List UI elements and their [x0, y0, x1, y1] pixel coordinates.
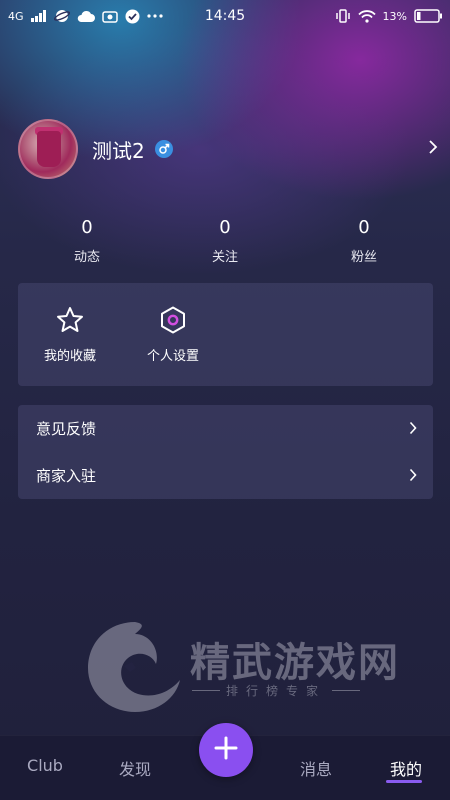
- status-right: 13%: [335, 9, 442, 23]
- stat-following[interactable]: 0 关注: [165, 216, 285, 265]
- tab-club[interactable]: Club: [5, 756, 85, 775]
- stat-value: 0: [358, 217, 370, 238]
- stat-posts[interactable]: 0 动态: [27, 216, 147, 265]
- chevron-right-icon: [409, 421, 417, 439]
- menu-item-label: 商家入驻: [36, 467, 97, 485]
- camera-icon: [101, 9, 118, 23]
- personal-settings-label: 个人设置: [146, 349, 199, 364]
- stat-label: 动态: [73, 250, 100, 265]
- profile-header[interactable]: 测试2: [18, 118, 438, 180]
- planet-icon: [53, 8, 70, 24]
- divider: [332, 690, 361, 691]
- personal-settings-button[interactable]: 个人设置: [128, 305, 218, 364]
- stat-label: 关注: [211, 250, 238, 265]
- avatar[interactable]: [18, 119, 78, 179]
- battery-percent: 13%: [382, 9, 407, 23]
- status-left: 4G: [8, 8, 163, 24]
- stats-row: 0 动态 0 关注 0 粉丝: [0, 216, 450, 268]
- watermark-logo-icon: [80, 610, 190, 724]
- more-dots-icon: [146, 14, 163, 18]
- wifi-icon: [357, 9, 376, 23]
- tab-messages[interactable]: 消息: [276, 756, 356, 780]
- chevron-right-icon[interactable]: [428, 139, 438, 159]
- menu-card: 意见反馈 商家入驻: [18, 405, 433, 499]
- watermark-subtitle: 排行榜专家: [226, 684, 327, 698]
- menu-item-label: 意见反馈: [36, 420, 97, 438]
- stat-label: 粉丝: [350, 250, 377, 265]
- tab-mine[interactable]: 我的: [366, 756, 446, 783]
- menu-item-merchant-join[interactable]: 商家入驻: [18, 452, 433, 499]
- cloud-icon: [77, 10, 95, 23]
- stat-followers[interactable]: 0 粉丝: [304, 216, 424, 265]
- status-bar: 4G 14:45 13%: [0, 0, 450, 32]
- tab-label: 消息: [299, 760, 332, 779]
- male-icon: [154, 140, 173, 158]
- watermark-title: 精武游戏网: [190, 640, 400, 686]
- stat-value: 0: [81, 217, 93, 238]
- network-type: 4G: [8, 9, 24, 23]
- username: 测试2: [92, 138, 145, 163]
- tab-label: 发现: [118, 760, 151, 779]
- add-button[interactable]: [199, 723, 253, 777]
- battery-icon: [414, 9, 442, 23]
- favorites-label: 我的收藏: [43, 349, 96, 364]
- tab-label: Club: [27, 756, 63, 775]
- tab-discover[interactable]: 发现: [95, 756, 175, 780]
- signal-icon: [30, 10, 47, 22]
- avatar-photo-detail: [37, 131, 61, 167]
- active-tab-indicator: [386, 780, 422, 783]
- favorites-button[interactable]: 我的收藏: [25, 305, 115, 364]
- star-icon: [25, 305, 115, 335]
- plus-icon: [214, 736, 238, 764]
- watermark: 精武游戏网 排行榜专家: [80, 610, 420, 720]
- chevron-right-icon: [409, 468, 417, 486]
- watermark-subtitle-row: 排行榜专家: [192, 682, 361, 699]
- divider: [192, 690, 220, 691]
- vibrate-icon: [335, 9, 351, 23]
- menu-item-feedback[interactable]: 意见反馈: [18, 405, 433, 452]
- tab-label: 我的: [389, 760, 422, 779]
- shortcuts-card: 我的收藏 个人设置: [18, 283, 433, 386]
- check-circle-icon: [125, 9, 140, 24]
- hexagon-settings-icon: [128, 305, 218, 335]
- stat-value: 0: [219, 217, 231, 238]
